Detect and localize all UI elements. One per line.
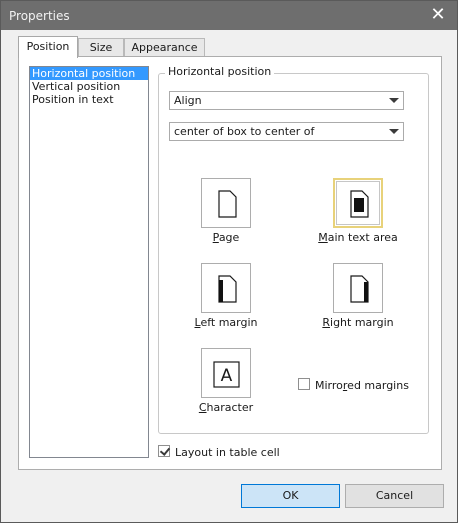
page-option-label: Page <box>212 231 240 244</box>
anchor-value: center of box to center of <box>174 125 315 138</box>
anchor-select[interactable]: center of box to center of <box>169 122 404 141</box>
align-mode-select[interactable]: Align <box>169 91 404 110</box>
left-margin-option-label: Left margin <box>194 316 258 329</box>
chevron-down-icon <box>389 98 399 103</box>
layout-in-table-cell-label: Layout in table cell <box>175 446 280 459</box>
ok-button[interactable]: OK <box>241 484 340 508</box>
tab-appearance[interactable]: Appearance <box>124 38 205 57</box>
chevron-down-icon <box>389 129 399 134</box>
group-label: Horizontal position <box>165 65 275 78</box>
character-option-button[interactable]: A <box>201 348 251 398</box>
character-icon: A <box>213 361 240 388</box>
character-option-label: Character <box>198 401 254 414</box>
cancel-button[interactable]: Cancel <box>345 484 444 508</box>
properties-dialog: Properties ✕ Position Size Appearance Ho… <box>0 0 458 523</box>
list-item-horizontal-position[interactable]: Horizontal position <box>30 67 148 80</box>
left-margin-option-button[interactable] <box>201 263 251 313</box>
right-margin-option-button[interactable] <box>333 263 383 313</box>
position-category-list[interactable]: Horizontal position Vertical position Po… <box>29 66 149 458</box>
character-glyph: A <box>221 366 233 386</box>
title-bar: Properties ✕ <box>1 1 457 30</box>
main-text-area-option-label: Main text area <box>318 231 398 244</box>
mirrored-margins-label: Mirrored margins <box>315 379 409 392</box>
left-margin-icon <box>218 275 237 303</box>
page-icon <box>218 190 237 218</box>
align-mode-value: Align <box>174 94 202 107</box>
main-text-area-icon <box>350 190 369 218</box>
right-margin-icon <box>350 275 369 303</box>
main-text-area-option-button[interactable] <box>333 178 383 228</box>
window-title: Properties <box>9 9 70 23</box>
close-icon[interactable]: ✕ <box>427 4 449 26</box>
right-margin-option-label: Right margin <box>322 316 394 329</box>
page-option-button[interactable] <box>201 178 251 228</box>
list-item-vertical-position[interactable]: Vertical position <box>30 80 148 93</box>
layout-in-table-cell-checkbox[interactable] <box>158 445 170 457</box>
tab-size[interactable]: Size <box>78 38 124 57</box>
mirrored-margins-checkbox[interactable] <box>298 378 310 390</box>
tab-position[interactable]: Position <box>18 36 78 58</box>
list-item-position-in-text[interactable]: Position in text <box>30 93 148 106</box>
